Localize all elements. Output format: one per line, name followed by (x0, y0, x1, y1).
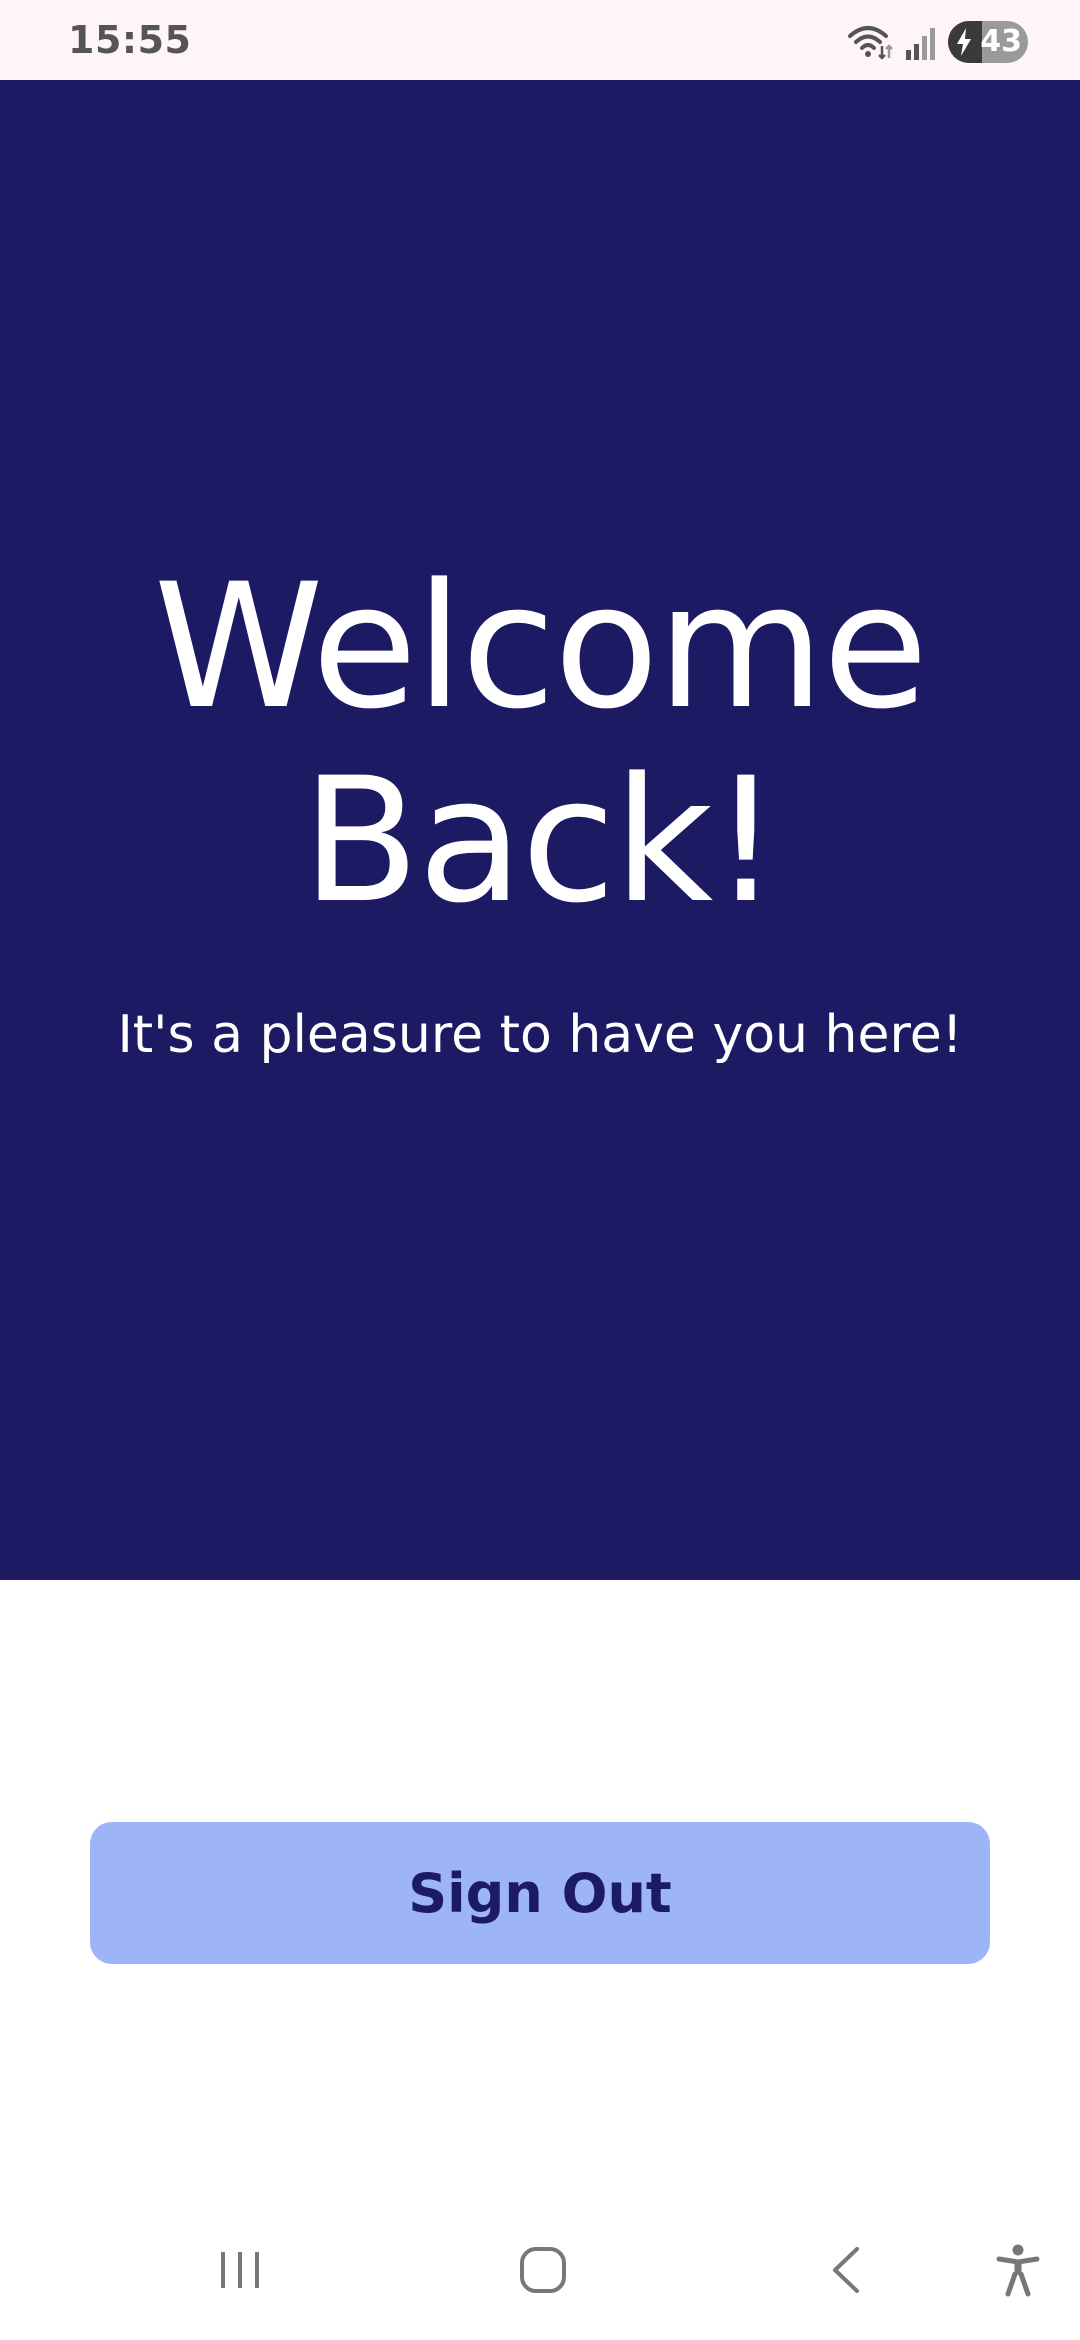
accessibility-icon (996, 2244, 1040, 2297)
recents-icon (221, 2252, 259, 2288)
battery-level: 43 (980, 24, 1022, 59)
charging-bolt-icon (957, 28, 971, 56)
navigation-bar (0, 2200, 1080, 2340)
welcome-title-line1: Welcome (153, 546, 929, 747)
welcome-subtitle: It's a pleasure to have you here! (117, 1005, 963, 1065)
signal-icon (906, 28, 935, 60)
battery-charging-icon: 43 (948, 21, 1028, 63)
welcome-title-line2: Back! (301, 740, 781, 941)
sign-out-button[interactable]: Sign Out (90, 1822, 990, 1964)
back-button[interactable] (797, 2200, 897, 2340)
welcome-hero: Welcome Back! It's a pleasure to have yo… (0, 80, 1080, 1580)
wifi-icon (848, 26, 893, 60)
accessibility-button[interactable] (970, 2200, 1066, 2340)
home-button[interactable] (493, 2200, 593, 2340)
screen: 15:55 43 Welcome Back! It's a pleasure t… (0, 0, 1080, 2340)
status-icons: 43 (846, 20, 1028, 64)
welcome-title: Welcome Back! (0, 550, 1080, 938)
status-bar: 15:55 43 (0, 0, 1080, 80)
home-icon (520, 2247, 566, 2293)
status-time: 15:55 (68, 18, 192, 62)
recents-button[interactable] (190, 2200, 290, 2340)
back-icon (833, 2247, 859, 2293)
